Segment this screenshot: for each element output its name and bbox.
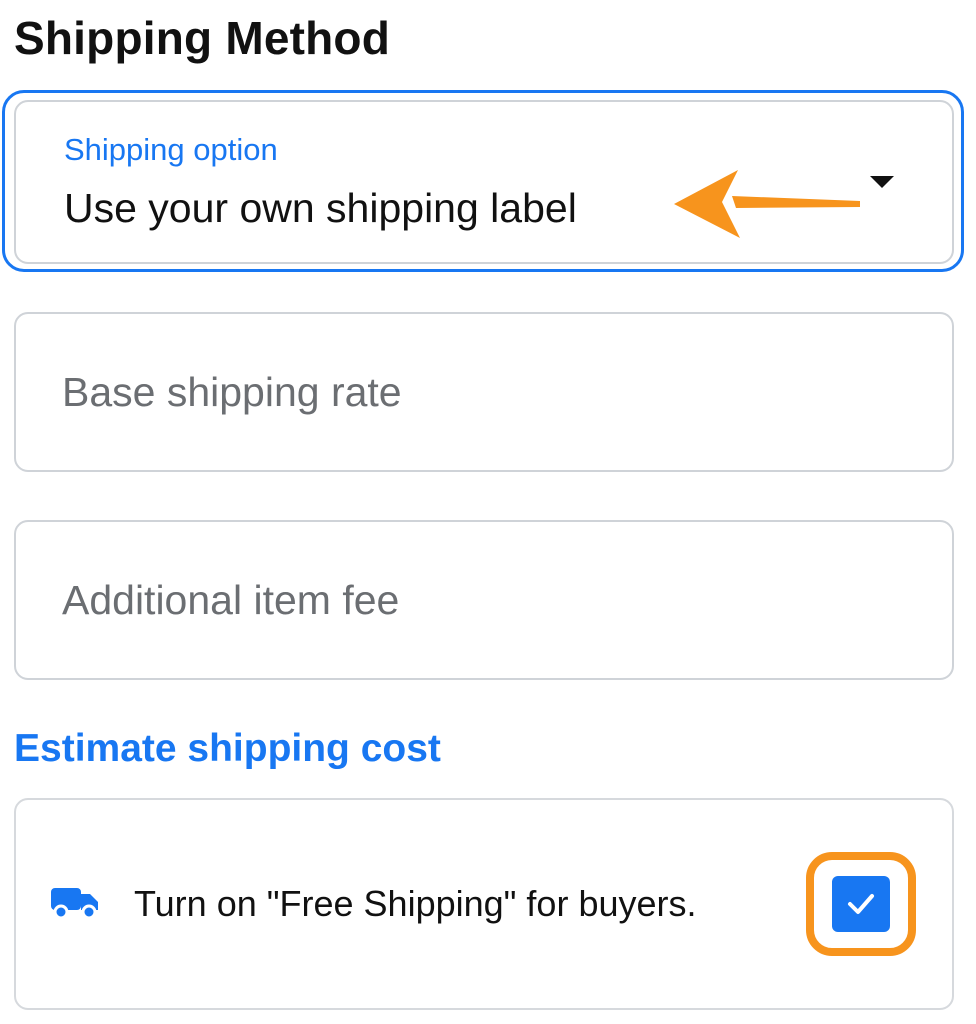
free-shipping-text: Turn on "Free Shipping" for buyers.: [134, 883, 697, 924]
truck-icon: [51, 888, 98, 920]
caret-down-icon[interactable]: [870, 176, 894, 188]
estimate-shipping-cost-link[interactable]: Estimate shipping cost: [14, 726, 441, 772]
base-shipping-rate-field[interactable]: [14, 312, 954, 472]
additional-item-fee-input[interactable]: [62, 522, 902, 678]
additional-item-fee-field[interactable]: [14, 520, 954, 680]
checkmark-icon: [848, 894, 874, 914]
shipping-option-label: Shipping option: [64, 132, 278, 167]
page-title: Shipping Method: [14, 12, 391, 64]
shipping-option-value: Use your own shipping label: [64, 185, 577, 231]
shipping-option-select[interactable]: Shipping option Use your own shipping la…: [14, 100, 954, 264]
base-shipping-rate-input[interactable]: [62, 314, 902, 470]
free-shipping-card: Turn on "Free Shipping" for buyers.: [14, 798, 954, 1010]
checkbox-highlight-ring: [806, 852, 916, 956]
free-shipping-checkbox[interactable]: [832, 876, 890, 932]
